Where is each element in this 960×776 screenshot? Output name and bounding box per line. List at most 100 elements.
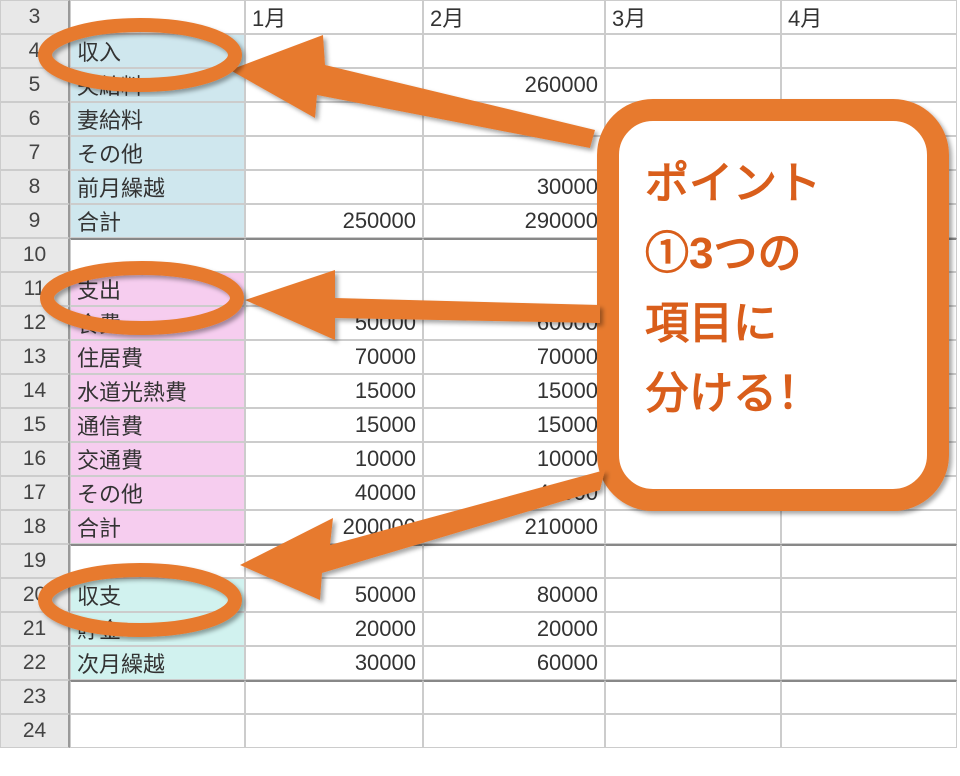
cell-income-header[interactable]: 収入: [70, 34, 245, 68]
cell[interactable]: 80000: [423, 578, 605, 612]
row-header[interactable]: 24: [0, 714, 70, 748]
cell[interactable]: 50000: [245, 306, 423, 340]
cell[interactable]: 貯金: [70, 612, 245, 646]
cell[interactable]: [605, 442, 781, 476]
cell[interactable]: 60000: [423, 646, 605, 680]
cell[interactable]: [245, 136, 423, 170]
cell[interactable]: [605, 272, 781, 306]
row-header[interactable]: 21: [0, 612, 70, 646]
row-header[interactable]: 4: [0, 34, 70, 68]
cell[interactable]: [781, 578, 957, 612]
cell[interactable]: [781, 714, 957, 748]
cell[interactable]: 70000: [245, 340, 423, 374]
cell[interactable]: [605, 612, 781, 646]
cell-expense-header[interactable]: 支出: [70, 272, 245, 306]
cell[interactable]: [605, 476, 781, 510]
cell[interactable]: [781, 340, 957, 374]
cell[interactable]: [781, 68, 957, 102]
col-month[interactable]: 4月: [781, 0, 957, 34]
row-header[interactable]: 3: [0, 0, 70, 34]
cell[interactable]: [70, 0, 245, 34]
row-header[interactable]: 22: [0, 646, 70, 680]
cell[interactable]: [423, 102, 605, 136]
cell-balance-header[interactable]: 収支: [70, 578, 245, 612]
cell[interactable]: [423, 714, 605, 748]
cell[interactable]: [245, 544, 423, 578]
row-header[interactable]: 10: [0, 238, 70, 272]
cell[interactable]: [70, 680, 245, 714]
cell[interactable]: 交通費: [70, 442, 245, 476]
cell[interactable]: 10000: [423, 442, 605, 476]
cell[interactable]: 50000: [245, 578, 423, 612]
cell[interactable]: [605, 34, 781, 68]
cell[interactable]: [781, 136, 957, 170]
cell[interactable]: [423, 272, 605, 306]
cell[interactable]: [605, 170, 781, 204]
cell[interactable]: [605, 680, 781, 714]
cell[interactable]: 30000: [245, 646, 423, 680]
cell[interactable]: [423, 238, 605, 272]
cell[interactable]: 20000: [423, 612, 605, 646]
row-header[interactable]: 11: [0, 272, 70, 306]
cell[interactable]: [781, 272, 957, 306]
cell[interactable]: [781, 34, 957, 68]
cell[interactable]: 夫給料: [70, 68, 245, 102]
row-header[interactable]: 6: [0, 102, 70, 136]
cell[interactable]: [245, 102, 423, 136]
cell[interactable]: [605, 714, 781, 748]
row-header[interactable]: 16: [0, 442, 70, 476]
cell[interactable]: 15000: [245, 408, 423, 442]
row-header[interactable]: 15: [0, 408, 70, 442]
cell[interactable]: [605, 340, 781, 374]
cell[interactable]: [70, 714, 245, 748]
cell[interactable]: その他: [70, 476, 245, 510]
spreadsheet[interactable]: 3 1月 2月 3月 4月 4 収入 5 夫給料 260000 6 妻給料 7 …: [0, 0, 960, 748]
cell[interactable]: 水道光熱費: [70, 374, 245, 408]
cell[interactable]: [245, 170, 423, 204]
cell[interactable]: [245, 34, 423, 68]
row-header[interactable]: 12: [0, 306, 70, 340]
cell[interactable]: [245, 272, 423, 306]
cell[interactable]: 合計: [70, 510, 245, 544]
col-month[interactable]: 2月: [423, 0, 605, 34]
cell[interactable]: 妻給料: [70, 102, 245, 136]
cell[interactable]: 40000: [423, 476, 605, 510]
cell[interactable]: [781, 238, 957, 272]
cell[interactable]: [605, 136, 781, 170]
cell[interactable]: 250000: [245, 204, 423, 238]
cell[interactable]: [605, 510, 781, 544]
cell[interactable]: 200000: [245, 510, 423, 544]
row-header[interactable]: 7: [0, 136, 70, 170]
cell[interactable]: その他: [70, 136, 245, 170]
cell[interactable]: [781, 442, 957, 476]
cell[interactable]: [423, 680, 605, 714]
row-header[interactable]: 14: [0, 374, 70, 408]
cell[interactable]: [605, 204, 781, 238]
cell[interactable]: 15000: [423, 374, 605, 408]
cell[interactable]: 20000: [245, 612, 423, 646]
cell[interactable]: [605, 408, 781, 442]
cell[interactable]: 70000: [423, 340, 605, 374]
cell[interactable]: 15000: [245, 374, 423, 408]
row-header[interactable]: 8: [0, 170, 70, 204]
col-month[interactable]: 1月: [245, 0, 423, 34]
cell[interactable]: [781, 510, 957, 544]
cell[interactable]: [605, 238, 781, 272]
cell[interactable]: [605, 374, 781, 408]
row-header[interactable]: 19: [0, 544, 70, 578]
cell[interactable]: 30000: [423, 170, 605, 204]
cell[interactable]: [70, 544, 245, 578]
row-header[interactable]: 5: [0, 68, 70, 102]
cell[interactable]: [781, 170, 957, 204]
cell[interactable]: 210000: [423, 510, 605, 544]
cell[interactable]: [423, 34, 605, 68]
cell[interactable]: 通信費: [70, 408, 245, 442]
cell[interactable]: [245, 680, 423, 714]
cell[interactable]: 合計: [70, 204, 245, 238]
row-header[interactable]: 23: [0, 680, 70, 714]
cell[interactable]: 10000: [245, 442, 423, 476]
cell[interactable]: 住居費: [70, 340, 245, 374]
cell[interactable]: 食費: [70, 306, 245, 340]
cell[interactable]: [781, 102, 957, 136]
cell[interactable]: [781, 646, 957, 680]
